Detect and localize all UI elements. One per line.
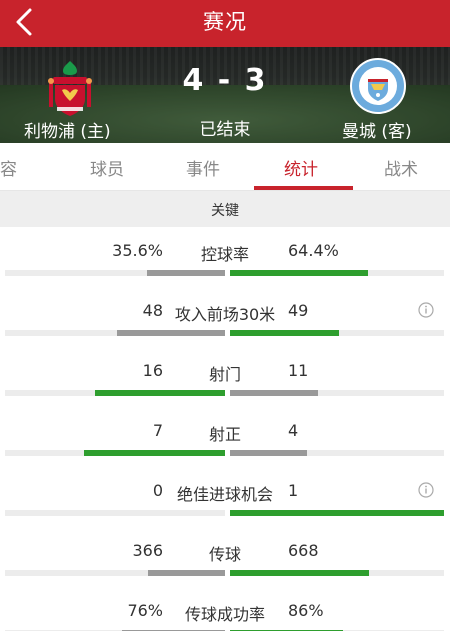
tab-events[interactable]: 事件: [186, 155, 220, 180]
stat-label: 射正: [208, 425, 241, 444]
home-bar: [117, 330, 225, 336]
tab-lineup[interactable]: 阵容: [0, 155, 17, 180]
away-bar: [230, 270, 368, 276]
stat-row-pass-accuracy: 76% 传球成功率 86%: [0, 587, 450, 631]
away-bar: [230, 570, 370, 576]
away-bar: [230, 390, 318, 396]
away-bar: [230, 330, 340, 336]
away-bar: [230, 510, 444, 516]
away-value: 49: [288, 301, 309, 320]
home-bar-track: [5, 570, 225, 576]
home-team-name[interactable]: 利物浦 (主): [24, 117, 111, 142]
stat-row-possession: 35.6% 控球率 64.4%: [0, 227, 450, 287]
home-bar: [146, 270, 225, 276]
home-bar-track: [5, 270, 225, 276]
home-bar-track: [5, 510, 225, 516]
stat-label: 传球成功率: [184, 605, 265, 624]
away-value: 86%: [288, 601, 324, 620]
page-title: 赛况: [203, 10, 247, 34]
away-value: 64.4%: [288, 241, 339, 260]
away-value: 4: [288, 421, 299, 440]
home-bar-track: [5, 450, 225, 456]
away-bar-track: [230, 270, 444, 276]
info-icon[interactable]: [418, 302, 434, 318]
home-bar: [95, 390, 225, 396]
info-icon[interactable]: [418, 482, 434, 498]
section-label: 关键: [211, 203, 239, 219]
stat-row-final-third-entries: 48 攻入前场30米 49: [0, 287, 450, 347]
stat-label: 射门: [208, 365, 241, 384]
tab-tactics[interactable]: 战术: [384, 155, 418, 180]
stat-label: 绝佳进球机会: [176, 485, 273, 504]
tab-players[interactable]: 球员: [90, 155, 124, 180]
away-value: 668: [288, 541, 319, 560]
away-bar-track: [230, 510, 444, 516]
stat-label: 传球: [208, 545, 241, 564]
stat-label: 控球率: [200, 245, 249, 264]
home-bar-track: [5, 390, 225, 396]
away-team-name[interactable]: 曼城 (客): [342, 117, 412, 142]
home-bar: [84, 450, 225, 456]
away-bar-track: [230, 450, 444, 456]
match-score: 4 - 3: [182, 63, 268, 98]
stat-row-passes: 366 传球 668: [0, 527, 450, 587]
section-header: 关键: [0, 191, 450, 227]
away-bar-track: [230, 570, 444, 576]
stat-row-shots-on-target: 7 射正 4: [0, 407, 450, 467]
away-value: 11: [288, 361, 309, 380]
top-bar: 赛况: [0, 0, 450, 47]
away-bar-track: [230, 330, 444, 336]
tab-stats[interactable]: 统计: [284, 155, 318, 180]
tab-bar: 阵容 球员 事件 统计 战术: [0, 143, 450, 191]
stat-label: 攻入前场30米: [174, 305, 276, 324]
away-bar: [230, 450, 308, 456]
match-header: 4 - 3 已结束 利物浦 (主) 曼城 (客): [0, 47, 450, 143]
stat-row-big-chances: 0 绝佳进球机会 1: [0, 467, 450, 527]
stat-row-shots: 16 射门 11: [0, 347, 450, 407]
away-value: 1: [288, 481, 299, 500]
home-bar-track: [5, 330, 225, 336]
home-bar: [148, 570, 225, 576]
away-bar-track: [230, 390, 444, 396]
